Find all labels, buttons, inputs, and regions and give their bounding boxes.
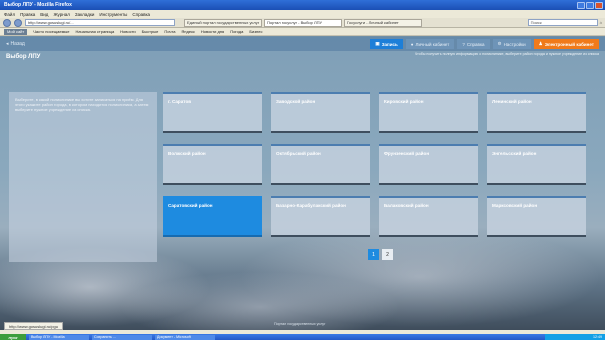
district-tile-selected[interactable]: Саратовский район (163, 196, 262, 237)
district-tile[interactable]: Базарно-Карабулакский район (271, 196, 370, 237)
address-bar[interactable]: http://www.gosuslugi.ru/... (25, 19, 175, 26)
forward-arrow-icon[interactable] (14, 18, 22, 27)
info-text: Чтобы получить полную информацию о полик… (414, 52, 599, 56)
district-tile[interactable]: Заводской район (271, 92, 370, 133)
page-title: Выбор ЛПУ (6, 54, 41, 60)
taskbar-item[interactable]: Сохранить ... (92, 334, 152, 340)
electronic-cabinet-button[interactable]: ♟ Электронный кабинет (533, 39, 599, 49)
person-icon: ♟ (538, 41, 543, 46)
district-tile[interactable]: Балаковский район (379, 196, 478, 237)
status-tooltip: http://www.gosuslugi.ru/pgu (4, 322, 63, 330)
window-titlebar: Выбор ЛПУ - Mozilla Firefox (0, 0, 605, 10)
district-tile[interactable]: г. Саратов (163, 92, 262, 133)
district-tile[interactable]: Фрунзенский район (379, 144, 478, 185)
district-tile[interactable]: Энгельсский район (487, 144, 586, 185)
browser-tab-3[interactable]: Госуслуги - Личный кабинет (344, 18, 422, 27)
district-tile[interactable]: Ленинский район (487, 92, 586, 133)
taskbar-item[interactable]: Документ - Microsoft (155, 334, 215, 340)
menu-edit[interactable]: Правка (20, 12, 35, 17)
district-grid: г. Саратов Заводской район Кировский рай… (163, 92, 595, 242)
page-content: ◂ Назад ▣ Запись ● Личный кабинет ? Спра… (0, 37, 605, 330)
bookmark-item[interactable]: Погода (230, 29, 243, 34)
browser-tab-1[interactable]: Единый портал государственных услуг (184, 18, 262, 27)
district-tile[interactable]: Октябрьский район (271, 144, 370, 185)
help-label: Справка (466, 41, 485, 47)
page-1-button[interactable]: 1 (368, 249, 379, 260)
pagination: 1 2 (368, 249, 393, 260)
menu-view[interactable]: Вид (40, 12, 48, 17)
page-2-button[interactable]: 2 (382, 249, 393, 260)
bookmark-item[interactable]: Часто посещаемые (33, 29, 69, 34)
search-input[interactable]: Поиск (527, 19, 598, 26)
system-tray-clock: 12:49 (545, 334, 605, 340)
settings-button[interactable]: ⚙ Настройки (492, 39, 531, 49)
menu-history[interactable]: Журнал (53, 12, 69, 17)
help-button[interactable]: ? Справка (457, 39, 490, 49)
bookmark-item[interactable]: Почта (164, 29, 175, 34)
bookmark-item[interactable]: Яндекс (181, 29, 194, 34)
taskbar: пуск Выбор ЛПУ - Mozilla Сохранить ... Д… (0, 334, 605, 340)
menu-tools[interactable]: Инструменты (99, 12, 127, 17)
menu-help[interactable]: Справка (132, 12, 150, 17)
instructions-panel: Выберите, в какой поликлинике вы хотите … (9, 92, 157, 262)
app-header: ◂ Назад ▣ Запись ● Личный кабинет ? Спра… (0, 37, 605, 51)
back-button[interactable]: ◂ Назад (6, 41, 25, 47)
minimize-icon[interactable] (577, 1, 585, 9)
bookmark-item[interactable]: Новости (120, 29, 135, 34)
window-title: Выбор ЛПУ - Mozilla Firefox (4, 2, 72, 8)
menu-file[interactable]: Файл (4, 12, 15, 17)
bookmarks-bar: Мой сайт Часто посещаемые Начальная стра… (0, 28, 605, 36)
taskbar-item[interactable]: Выбор ЛПУ - Mozilla (29, 334, 89, 340)
back-arrow-icon[interactable] (3, 18, 11, 27)
bookmark-item[interactable]: Новости дня (201, 29, 224, 34)
settings-label: Настройки (503, 41, 526, 47)
menu-bar: Файл Правка Вид Журнал Закладки Инструме… (0, 10, 605, 18)
help-icon: ? (462, 41, 465, 47)
close-icon[interactable] (595, 1, 603, 9)
navigation-bar: http://www.gosuslugi.ru/... Единый порта… (0, 18, 605, 28)
bookmark-item[interactable]: Начальная страница (75, 29, 114, 34)
gear-icon: ⚙ (497, 41, 502, 46)
user-icon: ● (410, 41, 414, 47)
zapis-button[interactable]: ▣ Запись (370, 39, 403, 49)
footer-text: Портал государственных услуг (274, 322, 326, 326)
bookmark-item[interactable]: Мой сайт (4, 28, 28, 35)
bookmark-item[interactable]: Бизнес (249, 29, 262, 34)
home-icon[interactable]: ⌂ (600, 20, 602, 25)
zapis-label: Запись (381, 41, 398, 47)
district-tile[interactable]: Марксовский район (487, 196, 586, 237)
menu-bookmarks[interactable]: Закладки (75, 12, 94, 17)
personal-cabinet-button[interactable]: ● Личный кабинет (405, 39, 455, 49)
back-label: Назад (10, 41, 25, 47)
bookmark-item[interactable]: Быстрые (142, 29, 159, 34)
calendar-icon: ▣ (375, 41, 380, 46)
electronic-label: Электронный кабинет (544, 41, 594, 47)
start-button[interactable]: пуск (0, 334, 26, 340)
arrow-left-icon: ◂ (6, 41, 9, 47)
personal-label: Личный кабинет (415, 41, 450, 47)
browser-tab-2[interactable]: Портал госуслуг - Выбор ЛПУ (264, 18, 342, 27)
maximize-icon[interactable] (586, 1, 594, 9)
district-tile[interactable]: Волжский район (163, 144, 262, 185)
district-tile[interactable]: Кировский район (379, 92, 478, 133)
